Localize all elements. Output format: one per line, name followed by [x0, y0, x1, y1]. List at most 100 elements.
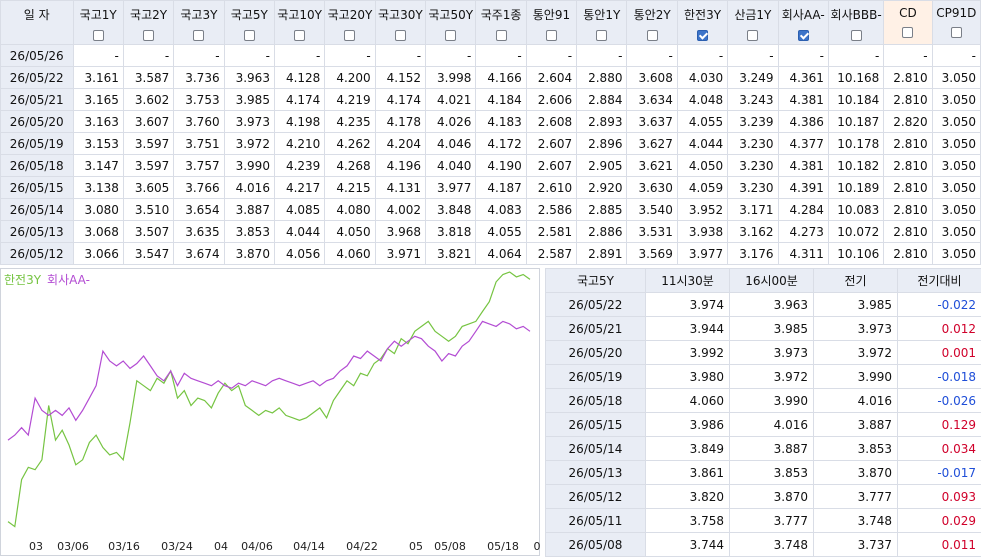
- rate-table-header: 일 자 국고1Y국고2Y국고3Y국고5Y국고10Y국고20Y국고30Y국고50Y…: [1, 1, 981, 45]
- table-row[interactable]: 26/05/213.9443.9853.9730.012: [546, 317, 981, 341]
- column-checkbox[interactable]: [798, 30, 809, 41]
- rate-cell: 4.026: [426, 111, 476, 133]
- table-row[interactable]: 26/05/083.7443.7483.7370.011: [546, 533, 981, 557]
- table-row[interactable]: 26/05/133.0683.5073.6353.8534.0444.0503.…: [1, 221, 981, 243]
- column-header-5: 국고20Y: [325, 1, 375, 45]
- column-checkbox[interactable]: [851, 30, 862, 41]
- rate-cell: 3.138: [73, 177, 123, 199]
- column-checkbox[interactable]: [193, 30, 204, 41]
- detail-diff-cell: 0.011: [898, 533, 981, 557]
- rate-cell: 2.607: [526, 155, 576, 177]
- column-checkbox[interactable]: [496, 30, 507, 41]
- detail-prev-cell: 3.853: [814, 437, 898, 461]
- rate-cell: -: [677, 45, 727, 67]
- rate-cell: 4.273: [778, 221, 828, 243]
- table-row[interactable]: 26/05/123.8203.8703.7770.093: [546, 485, 981, 509]
- column-checkbox[interactable]: [344, 30, 355, 41]
- column-checkbox[interactable]: [697, 30, 708, 41]
- table-row[interactable]: 26/05/193.9803.9723.990-0.018: [546, 365, 981, 389]
- rate-cell: 4.386: [778, 111, 828, 133]
- column-label: 국고5Y: [225, 1, 274, 23]
- detail-diff-cell: 0.093: [898, 485, 981, 509]
- column-checkbox[interactable]: [902, 27, 913, 38]
- rate-cell: 3.050: [932, 177, 980, 199]
- rate-cell: 2.810: [884, 199, 932, 221]
- table-row[interactable]: 26/05/183.1473.5973.7573.9904.2394.2684.…: [1, 155, 981, 177]
- rate-cell: 10.189: [828, 177, 883, 199]
- column-checkbox[interactable]: [546, 30, 557, 41]
- rate-cell: 10.187: [828, 111, 883, 133]
- column-checkbox[interactable]: [244, 30, 255, 41]
- table-row[interactable]: 26/05/223.1613.5873.7363.9634.1284.2004.…: [1, 67, 981, 89]
- detail-prev-cell: 3.972: [814, 341, 898, 365]
- detail-diff-cell: -0.018: [898, 365, 981, 389]
- rate-cell: 3.766: [174, 177, 224, 199]
- column-header-6: 국고30Y: [375, 1, 425, 45]
- table-row[interactable]: 26/05/203.9923.9733.9720.001: [546, 341, 981, 365]
- rate-cell: 4.064: [476, 243, 526, 265]
- detail-v1130-cell: 3.758: [646, 509, 730, 533]
- rate-cell: 3.621: [627, 155, 677, 177]
- rate-cell: 4.377: [778, 133, 828, 155]
- rate-cell: 4.239: [274, 155, 324, 177]
- row-date: 26/05/20: [1, 111, 74, 133]
- rate-cell: 3.230: [728, 177, 778, 199]
- rate-cell: 10.106: [828, 243, 883, 265]
- rate-cell: 4.083: [476, 199, 526, 221]
- rate-cell: 3.634: [627, 89, 677, 111]
- detail-date-cell: 26/05/08: [546, 533, 646, 557]
- table-row[interactable]: 26/05/184.0603.9904.016-0.026: [546, 389, 981, 413]
- rate-cell: 4.215: [325, 177, 375, 199]
- table-row[interactable]: 26/05/203.1633.6073.7603.9734.1984.2354.…: [1, 111, 981, 133]
- column-checkbox[interactable]: [143, 30, 154, 41]
- table-row[interactable]: 26/05/113.7583.7773.7480.029: [546, 509, 981, 533]
- table-row[interactable]: 26/05/143.8493.8873.8530.034: [546, 437, 981, 461]
- column-checkbox[interactable]: [596, 30, 607, 41]
- row-date: 26/05/13: [1, 221, 74, 243]
- rate-cell: 3.963: [224, 67, 274, 89]
- table-row[interactable]: 26/05/133.8613.8533.870-0.017: [546, 461, 981, 485]
- rate-cell: 2.810: [884, 243, 932, 265]
- x-tick-label: 05: [409, 540, 423, 553]
- rate-cell: 3.853: [224, 221, 274, 243]
- table-row[interactable]: 26/05/213.1653.6023.7533.9854.1744.2194.…: [1, 89, 981, 111]
- detail-v1600-cell: 3.985: [730, 317, 814, 341]
- rate-cell: 4.391: [778, 177, 828, 199]
- rate-cell: 3.161: [73, 67, 123, 89]
- x-tick-label: 03: [29, 540, 43, 553]
- rate-cell: 4.128: [274, 67, 324, 89]
- table-row[interactable]: 26/05/153.9864.0163.8870.129: [546, 413, 981, 437]
- detail-prev-cell: 3.748: [814, 509, 898, 533]
- rate-cell: 2.880: [577, 67, 627, 89]
- rate-chart[interactable]: 한전3Y회사AA- 0303/0603/1603/240404/0604/140…: [0, 268, 540, 556]
- rate-cell: 3.171: [728, 199, 778, 221]
- rate-cell: 3.985: [224, 89, 274, 111]
- detail-v1600-cell: 3.870: [730, 485, 814, 509]
- table-row[interactable]: 26/05/143.0803.5103.6543.8874.0854.0804.…: [1, 199, 981, 221]
- column-checkbox[interactable]: [647, 30, 658, 41]
- column-checkbox[interactable]: [747, 30, 758, 41]
- rate-cell: 10.083: [828, 199, 883, 221]
- detail-prev-cell: 3.777: [814, 485, 898, 509]
- detail-date-cell: 26/05/11: [546, 509, 646, 533]
- column-checkbox[interactable]: [294, 30, 305, 41]
- table-row[interactable]: 26/05/153.1383.6053.7664.0164.2174.2154.…: [1, 177, 981, 199]
- table-row[interactable]: 26/05/223.9743.9633.985-0.022: [546, 293, 981, 317]
- rate-cell: 4.046: [426, 133, 476, 155]
- rate-cell: 4.055: [677, 111, 727, 133]
- detail-header-3: 전기: [814, 269, 898, 293]
- rate-cell: 3.510: [123, 199, 173, 221]
- rate-cell: 3.068: [73, 221, 123, 243]
- table-row[interactable]: 26/05/193.1533.5973.7513.9724.2104.2624.…: [1, 133, 981, 155]
- column-label: 국고30Y: [376, 1, 425, 23]
- legend-series-1: 한전3Y: [4, 273, 41, 287]
- table-row[interactable]: 26/05/26------------------: [1, 45, 981, 67]
- column-checkbox[interactable]: [951, 27, 962, 38]
- detail-header-4: 전기대비: [898, 269, 981, 293]
- table-row[interactable]: 26/05/123.0663.5473.6743.8704.0564.0603.…: [1, 243, 981, 265]
- column-checkbox[interactable]: [395, 30, 406, 41]
- column-checkbox[interactable]: [445, 30, 456, 41]
- detail-table-header: 국고5Y11시30분16시00분전기전기대비: [546, 269, 981, 293]
- detail-v1600-cell: 3.963: [730, 293, 814, 317]
- column-checkbox[interactable]: [93, 30, 104, 41]
